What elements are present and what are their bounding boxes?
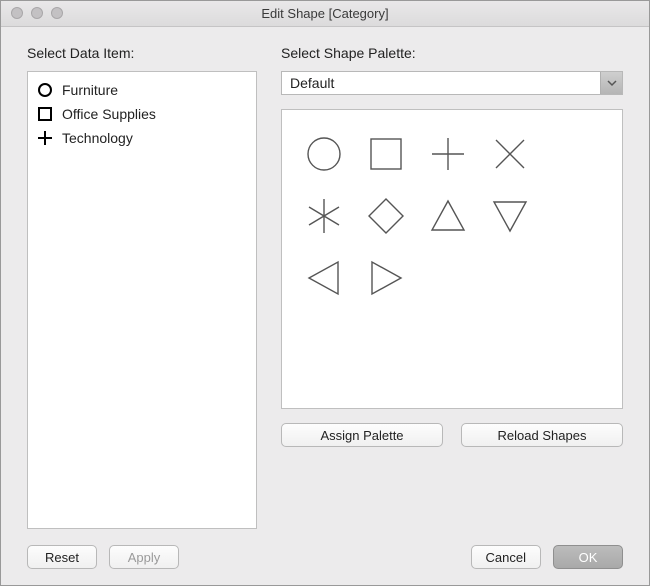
data-item-label-text: Office Supplies xyxy=(62,106,156,122)
palette-label: Select Shape Palette: xyxy=(281,45,623,61)
assign-palette-button[interactable]: Assign Palette xyxy=(281,423,443,447)
chevron-down-icon[interactable] xyxy=(600,72,622,94)
cancel-button[interactable]: Cancel xyxy=(471,545,541,569)
shape-diamond[interactable] xyxy=(358,188,414,244)
shape-x[interactable] xyxy=(482,126,538,182)
shape-triangle-left[interactable] xyxy=(296,250,352,306)
dialog-window: Edit Shape [Category] Select Data Item: … xyxy=(0,0,650,586)
reload-shapes-button[interactable]: Reload Shapes xyxy=(461,423,623,447)
zoom-window-button[interactable] xyxy=(51,7,63,19)
plus-icon xyxy=(36,129,54,147)
data-item-label-text: Furniture xyxy=(62,82,118,98)
palette-dropdown[interactable]: Default xyxy=(281,71,623,95)
data-item-row[interactable]: Technology xyxy=(36,126,248,150)
apply-button[interactable]: Apply xyxy=(109,545,179,569)
right-column: Select Shape Palette: Default xyxy=(281,45,623,529)
square-icon xyxy=(36,105,54,123)
reset-button[interactable]: Reset xyxy=(27,545,97,569)
minimize-window-button[interactable] xyxy=(31,7,43,19)
data-item-label: Select Data Item: xyxy=(27,45,257,61)
dialog-content: Select Data Item: Furniture Office Suppl… xyxy=(1,27,649,529)
window-controls xyxy=(11,7,63,19)
palette-dropdown-value: Default xyxy=(282,72,600,94)
data-item-list[interactable]: Furniture Office Supplies Technology xyxy=(27,71,257,529)
palette-button-row: Assign Palette Reload Shapes xyxy=(281,423,623,447)
shape-palette xyxy=(281,109,623,409)
data-item-row[interactable]: Office Supplies xyxy=(36,102,248,126)
dialog-footer: Reset Apply Cancel OK xyxy=(1,529,649,585)
shape-asterisk[interactable] xyxy=(296,188,352,244)
circle-icon xyxy=(36,81,54,99)
close-window-button[interactable] xyxy=(11,7,23,19)
shape-triangle-up[interactable] xyxy=(420,188,476,244)
left-column: Select Data Item: Furniture Office Suppl… xyxy=(27,45,257,529)
ok-button[interactable]: OK xyxy=(553,545,623,569)
shape-plus[interactable] xyxy=(420,126,476,182)
data-item-row[interactable]: Furniture xyxy=(36,78,248,102)
window-title: Edit Shape [Category] xyxy=(1,6,649,21)
shape-triangle-down[interactable] xyxy=(482,188,538,244)
shape-square[interactable] xyxy=(358,126,414,182)
shape-triangle-right[interactable] xyxy=(358,250,414,306)
shape-grid xyxy=(296,126,608,306)
titlebar: Edit Shape [Category] xyxy=(1,1,649,27)
shape-circle[interactable] xyxy=(296,126,352,182)
data-item-label-text: Technology xyxy=(62,130,133,146)
